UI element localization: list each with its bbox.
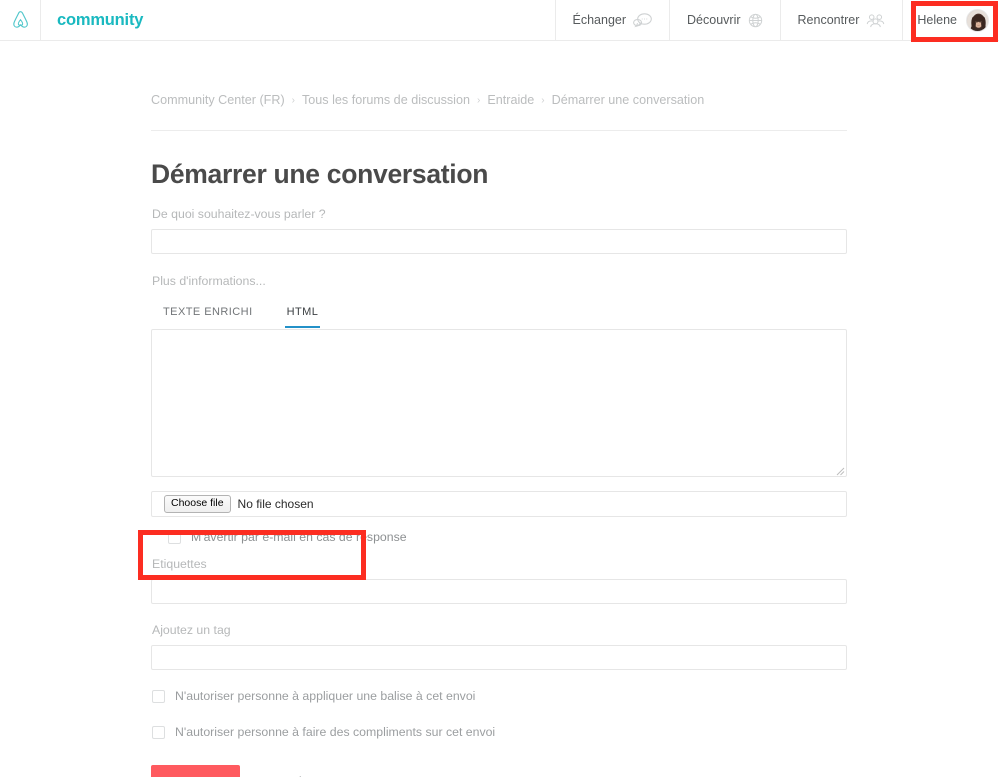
- no-tagging-label[interactable]: N'autoriser personne à appliquer une bal…: [175, 689, 475, 703]
- speech-bubble-icon: [633, 12, 652, 28]
- no-compliments-label[interactable]: N'autoriser personne à faire des complim…: [175, 725, 495, 739]
- people-group-icon: [866, 13, 885, 28]
- content-column: Community Center (FR) › Tous les forums …: [151, 41, 847, 777]
- option-row-no-tagging[interactable]: N'autoriser personne à appliquer une bal…: [151, 689, 847, 703]
- brand-title[interactable]: community: [41, 0, 143, 40]
- body-textarea[interactable]: [151, 329, 847, 477]
- breadcrumb-item-2[interactable]: Entraide: [487, 93, 534, 107]
- nav-item-echanger[interactable]: Échanger: [554, 0, 670, 40]
- page-title: Démarrer une conversation: [151, 159, 489, 189]
- tag-input[interactable]: [151, 645, 847, 670]
- tab-html[interactable]: HTML: [284, 303, 321, 328]
- user-avatar[interactable]: [966, 8, 989, 32]
- breadcrumb: Community Center (FR) › Tous les forums …: [151, 41, 847, 107]
- form-actions: Envoyer Annuler: [151, 765, 847, 777]
- subject-label: De quoi souhaitez-vous parler ?: [152, 207, 326, 221]
- attachment-row[interactable]: Choose file No file chosen: [151, 491, 847, 517]
- notify-by-email-label[interactable]: M'avertir par e-mail en cas de résponse: [191, 530, 407, 544]
- user-name-label: Helene: [917, 13, 957, 27]
- no-compliments-checkbox[interactable]: [152, 725, 165, 739]
- editor-wrap: [151, 329, 847, 477]
- breadcrumb-separator: ›: [291, 94, 295, 106]
- breadcrumb-item-3: Démarrer une conversation: [551, 93, 705, 107]
- breadcrumb-separator: ›: [541, 94, 545, 106]
- subject-input[interactable]: [151, 229, 847, 254]
- airbnb-belo-icon: [11, 10, 30, 30]
- nav-item-rencontrer[interactable]: Rencontrer: [779, 0, 903, 40]
- submit-button[interactable]: Envoyer: [151, 765, 240, 777]
- nav-label-rencontrer: Rencontrer: [797, 13, 860, 27]
- page-body: Community Center (FR) › Tous les forums …: [0, 41, 999, 777]
- logo-cell[interactable]: [0, 0, 41, 40]
- no-tagging-checkbox[interactable]: [152, 689, 165, 703]
- breadcrumb-item-0[interactable]: Community Center (FR): [151, 93, 285, 107]
- labels-field-label: Etiquettes: [152, 557, 207, 571]
- attachment-status: No file chosen: [237, 497, 314, 511]
- nav-label-echanger: Échanger: [572, 13, 627, 27]
- body-label: Plus d'informations...: [152, 274, 266, 288]
- tag-field-label: Ajoutez un tag: [152, 623, 231, 637]
- labels-input[interactable]: [151, 579, 847, 604]
- breadcrumb-item-1[interactable]: Tous les forums de discussion: [302, 93, 470, 107]
- top-navigation-bar: community Échanger Découvrir Rencontrer …: [0, 0, 999, 42]
- notify-by-email-checkbox[interactable]: [168, 530, 181, 544]
- nav-item-user-menu[interactable]: Helene: [902, 0, 999, 40]
- choose-file-button[interactable]: Choose file: [164, 495, 231, 513]
- nav-right-group: Échanger Découvrir Rencontrer Helene: [554, 0, 999, 40]
- header-divider: [151, 130, 847, 131]
- nav-item-decouvrir[interactable]: Découvrir: [669, 0, 780, 40]
- option-row-no-compliments[interactable]: N'autoriser personne à faire des complim…: [151, 725, 847, 739]
- nav-label-decouvrir: Découvrir: [687, 13, 741, 27]
- notify-by-email-row[interactable]: M'avertir par e-mail en cas de résponse: [167, 530, 847, 544]
- breadcrumb-separator: ›: [477, 94, 481, 106]
- tab-texte-enrichi[interactable]: TEXTE ENRICHI: [161, 303, 255, 328]
- editor-mode-tabs: TEXTE ENRICHI HTML: [161, 303, 847, 329]
- globe-icon: [748, 13, 763, 28]
